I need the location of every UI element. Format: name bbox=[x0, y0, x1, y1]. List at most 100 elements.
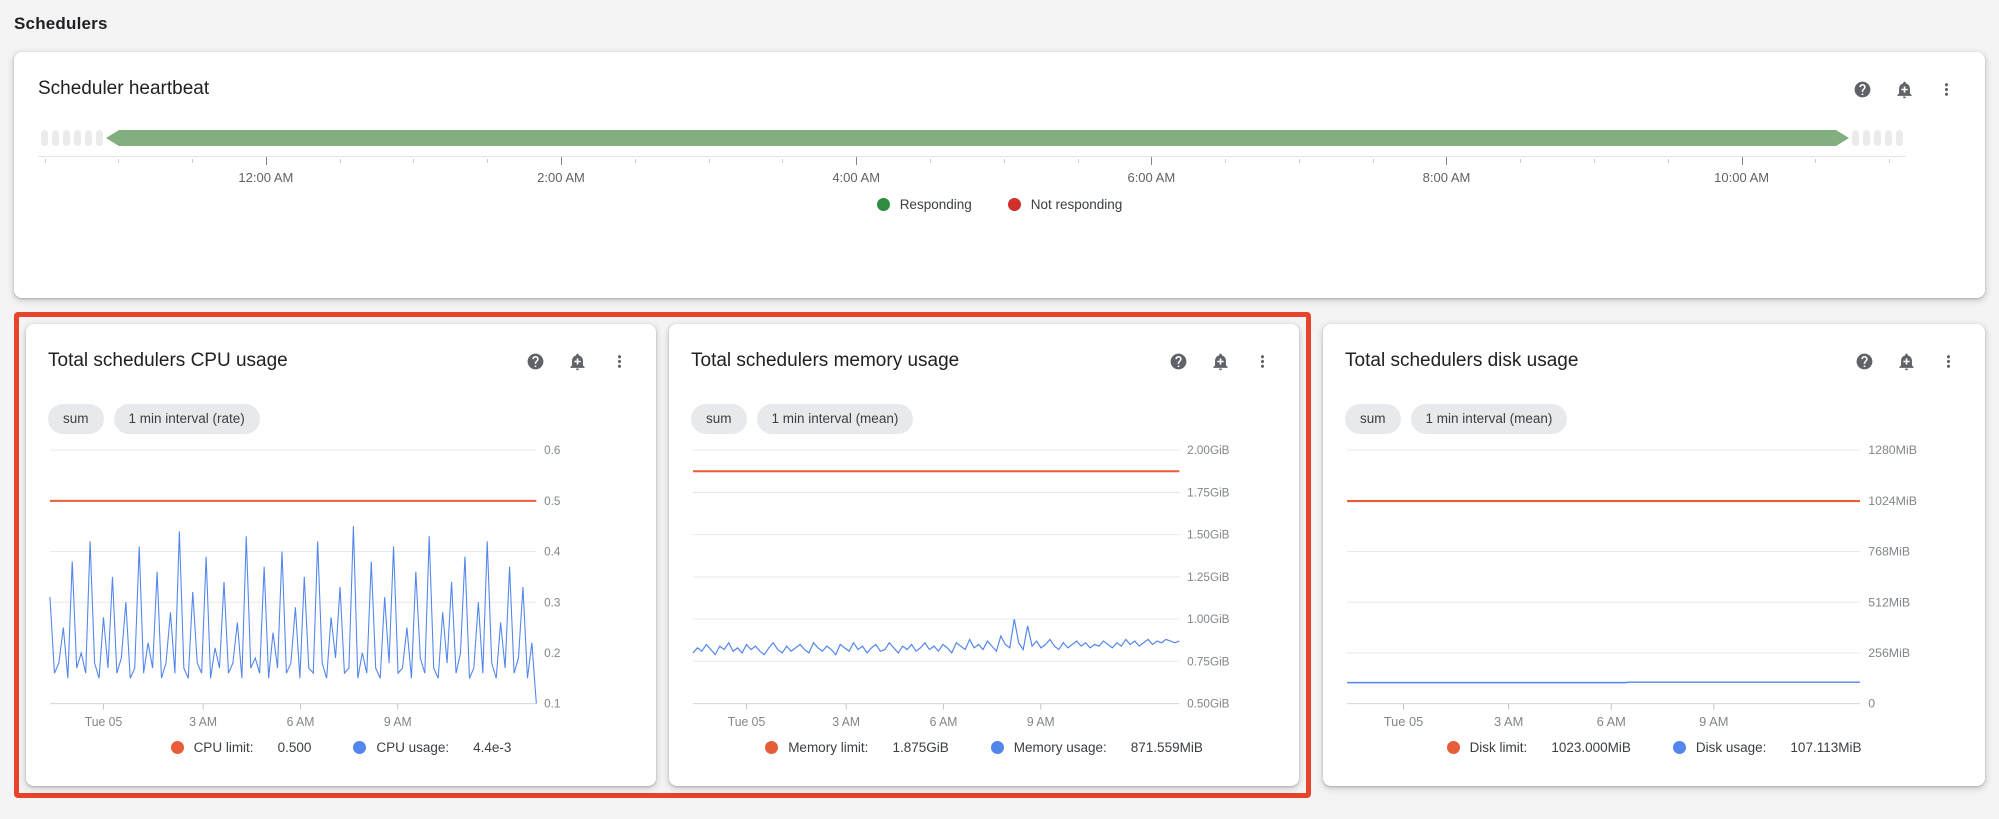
add-alert-button[interactable] bbox=[1205, 346, 1235, 376]
help-button[interactable] bbox=[1163, 346, 1193, 376]
chart-legend: Memory limit: 1.875GiB Memory usage: 871… bbox=[691, 740, 1277, 755]
cpu-usage-chart[interactable]: 0.60.50.40.30.20.1Tue 053 AM6 AM9 AM bbox=[48, 438, 634, 734]
axis-minor-tick bbox=[1299, 159, 1300, 163]
svg-text:3 AM: 3 AM bbox=[832, 714, 860, 728]
more-options-button[interactable] bbox=[604, 346, 634, 376]
help-button[interactable] bbox=[1849, 346, 1879, 376]
legend-item-cpu-limit[interactable]: CPU limit: 0.500 bbox=[171, 740, 312, 755]
help-icon bbox=[526, 352, 545, 371]
legend-item-disk-limit[interactable]: Disk limit: 1023.000MiB bbox=[1447, 740, 1631, 755]
series-color-dot bbox=[765, 741, 778, 754]
add-alert-icon bbox=[1211, 352, 1230, 371]
memory-usage-chart[interactable]: 2.00GiB1.75GiB1.50GiB1.25GiB1.00GiB0.75G… bbox=[691, 438, 1277, 734]
card-title: Total schedulers CPU usage bbox=[48, 350, 288, 372]
responding-dot bbox=[877, 198, 890, 211]
svg-text:1.25GiB: 1.25GiB bbox=[1187, 569, 1229, 583]
axis-major-tick bbox=[1446, 157, 1447, 165]
interval-chip: 1 min interval (rate) bbox=[114, 404, 260, 434]
axis-minor-tick bbox=[1668, 159, 1669, 163]
cpu-usage-card: Total schedulers CPU usage sum 1 min int… bbox=[26, 324, 656, 786]
series-color-dot bbox=[1673, 741, 1686, 754]
axis-major-tick bbox=[266, 157, 267, 165]
svg-text:768MiB: 768MiB bbox=[1868, 544, 1910, 558]
series-color-dot bbox=[171, 741, 184, 754]
legend-label: Memory usage: bbox=[1014, 740, 1107, 755]
axis-minor-tick bbox=[1004, 159, 1005, 163]
heartbeat-time-label: 6:00 AM bbox=[1127, 170, 1175, 185]
heartbeat-pending-pill bbox=[1852, 130, 1859, 146]
more-options-button[interactable] bbox=[1247, 346, 1277, 376]
svg-text:0.5: 0.5 bbox=[544, 493, 561, 507]
svg-text:2.00GiB: 2.00GiB bbox=[1187, 443, 1229, 457]
more-vert-icon bbox=[1253, 352, 1272, 371]
axis-major-tick bbox=[1151, 157, 1152, 165]
more-options-button[interactable] bbox=[1931, 74, 1961, 104]
heartbeat-time-axis: 12:00 AM2:00 AM4:00 AM6:00 AM8:00 AM10:0… bbox=[38, 156, 1906, 193]
svg-text:3 AM: 3 AM bbox=[189, 714, 217, 728]
legend-label: Not responding bbox=[1031, 197, 1123, 212]
chart-legend: Disk limit: 1023.000MiB Disk usage: 107.… bbox=[1345, 740, 1963, 755]
legend-value: 1.875GiB bbox=[892, 740, 948, 755]
legend-value: 0.500 bbox=[278, 740, 312, 755]
add-alert-icon bbox=[1895, 80, 1914, 99]
heartbeat-time-label: 2:00 AM bbox=[537, 170, 585, 185]
axis-minor-tick bbox=[1815, 159, 1816, 163]
add-alert-button[interactable] bbox=[1891, 346, 1921, 376]
interval-chip: 1 min interval (mean) bbox=[1411, 404, 1568, 434]
axis-minor-tick bbox=[340, 159, 341, 163]
disk-usage-chart[interactable]: 1280MiB1024MiB768MiB512MiB256MiB0Tue 053… bbox=[1345, 438, 1963, 734]
legend-label: Disk usage: bbox=[1696, 740, 1767, 755]
axis-minor-tick bbox=[413, 159, 414, 163]
help-icon bbox=[1169, 352, 1188, 371]
aggregation-chip: sum bbox=[691, 404, 747, 434]
legend-item-memory-limit[interactable]: Memory limit: 1.875GiB bbox=[765, 740, 949, 755]
axis-minor-tick bbox=[192, 159, 193, 163]
axis-minor-tick bbox=[1889, 159, 1890, 163]
legend-item-cpu-usage[interactable]: CPU usage: 4.4e-3 bbox=[353, 740, 511, 755]
heartbeat-legend: Responding Not responding bbox=[38, 197, 1961, 212]
svg-text:0.4: 0.4 bbox=[544, 544, 561, 558]
svg-text:9 AM: 9 AM bbox=[384, 714, 412, 728]
svg-text:9 AM: 9 AM bbox=[1699, 713, 1728, 728]
highlight-rectangle: Total schedulers CPU usage sum 1 min int… bbox=[14, 312, 1311, 798]
svg-text:3 AM: 3 AM bbox=[1494, 713, 1523, 728]
legend-item-memory-usage[interactable]: Memory usage: 871.559MiB bbox=[991, 740, 1203, 755]
more-vert-icon bbox=[610, 352, 629, 371]
heartbeat-pending-pill bbox=[41, 130, 48, 146]
legend-item-disk-usage[interactable]: Disk usage: 107.113MiB bbox=[1673, 740, 1862, 755]
help-button[interactable] bbox=[520, 346, 550, 376]
add-alert-button[interactable] bbox=[562, 346, 592, 376]
svg-text:0.1: 0.1 bbox=[544, 696, 561, 710]
card-title: Scheduler heartbeat bbox=[38, 78, 209, 100]
scheduler-heartbeat-card: Scheduler heartbeat 12:00 AM2:00 AM4:00 … bbox=[14, 52, 1985, 298]
svg-text:1.50GiB: 1.50GiB bbox=[1187, 527, 1229, 541]
heartbeat-time-label: 4:00 AM bbox=[832, 170, 880, 185]
legend-value: 1023.000MiB bbox=[1551, 740, 1631, 755]
heartbeat-pending-pill bbox=[85, 130, 92, 146]
legend-item-responding: Responding bbox=[877, 197, 972, 212]
axis-minor-tick bbox=[709, 159, 710, 163]
axis-minor-tick bbox=[1594, 159, 1595, 163]
heartbeat-time-label: 8:00 AM bbox=[1423, 170, 1471, 185]
heartbeat-timeline[interactable] bbox=[38, 130, 1906, 146]
axis-major-tick bbox=[561, 157, 562, 165]
svg-text:0.6: 0.6 bbox=[544, 443, 561, 457]
page-title: Schedulers bbox=[14, 14, 1985, 34]
add-alert-button[interactable] bbox=[1889, 74, 1919, 104]
svg-text:0.3: 0.3 bbox=[544, 595, 561, 609]
svg-text:1280MiB: 1280MiB bbox=[1868, 443, 1917, 457]
legend-label: CPU limit: bbox=[194, 740, 254, 755]
disk-usage-card: Total schedulers disk usage sum 1 min in… bbox=[1323, 324, 1985, 786]
series-color-dot bbox=[991, 741, 1004, 754]
axis-major-tick bbox=[1742, 157, 1743, 165]
help-button[interactable] bbox=[1847, 74, 1877, 104]
more-options-button[interactable] bbox=[1933, 346, 1963, 376]
legend-value: 107.113MiB bbox=[1790, 740, 1861, 755]
not-responding-dot bbox=[1008, 198, 1021, 211]
series-color-dot bbox=[353, 741, 366, 754]
axis-minor-tick bbox=[487, 159, 488, 163]
interval-chip: 1 min interval (mean) bbox=[757, 404, 914, 434]
heartbeat-pending-pill bbox=[1874, 130, 1881, 146]
memory-usage-card: Total schedulers memory usage sum 1 min … bbox=[669, 324, 1299, 786]
heartbeat-responding-bar bbox=[106, 130, 1849, 146]
